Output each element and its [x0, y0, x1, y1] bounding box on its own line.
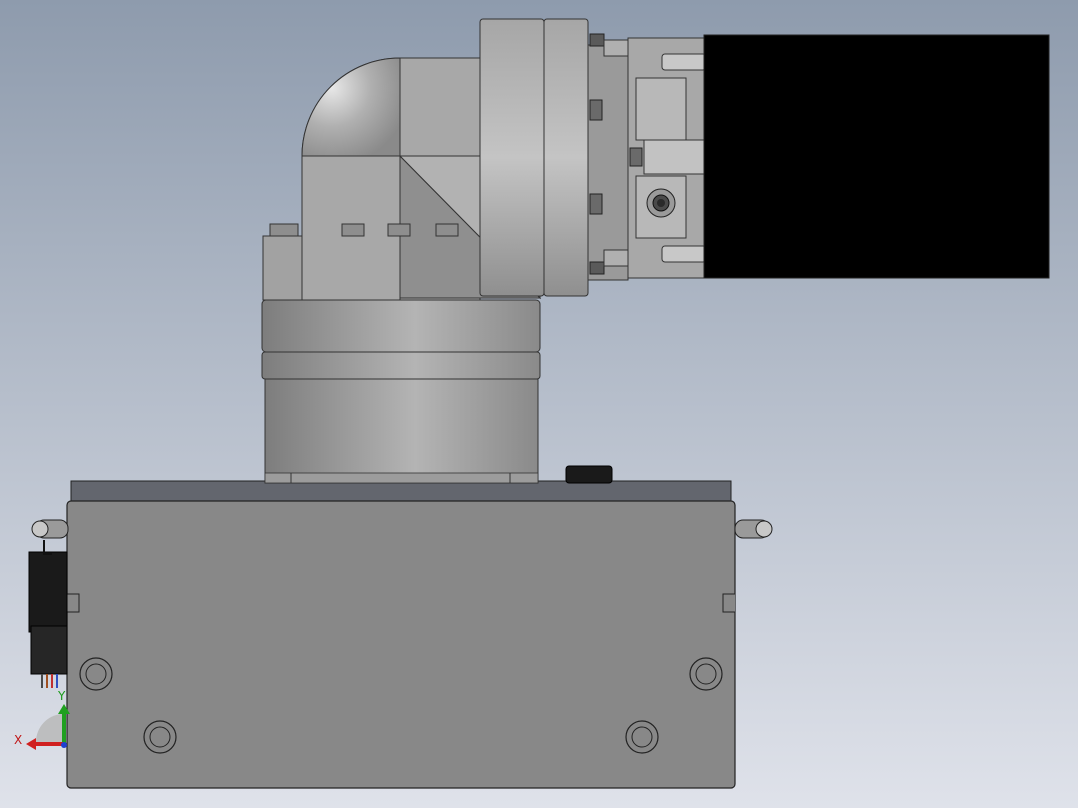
bolt — [435, 223, 459, 237]
x-axis-label: X — [14, 733, 22, 747]
base-top-plate[interactable] — [70, 480, 732, 502]
z-axis-dot — [61, 742, 67, 748]
column-lower[interactable] — [264, 378, 539, 484]
screw-icon — [646, 188, 676, 218]
bolt — [341, 223, 365, 237]
y-axis-label: Y — [57, 689, 66, 703]
top-button[interactable] — [565, 465, 613, 484]
cad-viewport[interactable]: X Y — [0, 0, 1078, 808]
air-fitting-left[interactable] — [31, 519, 69, 539]
model-canvas[interactable]: X Y — [0, 0, 1078, 808]
wrist-flange[interactable] — [479, 18, 629, 297]
side-connector[interactable] — [28, 540, 68, 688]
gripper-block[interactable] — [703, 34, 1050, 279]
bolt — [387, 223, 411, 237]
base-body[interactable] — [66, 500, 736, 789]
gripper-body[interactable] — [627, 37, 709, 279]
bolt — [269, 223, 299, 237]
column-ring[interactable] — [261, 299, 541, 380]
air-fitting-right[interactable] — [734, 519, 773, 539]
